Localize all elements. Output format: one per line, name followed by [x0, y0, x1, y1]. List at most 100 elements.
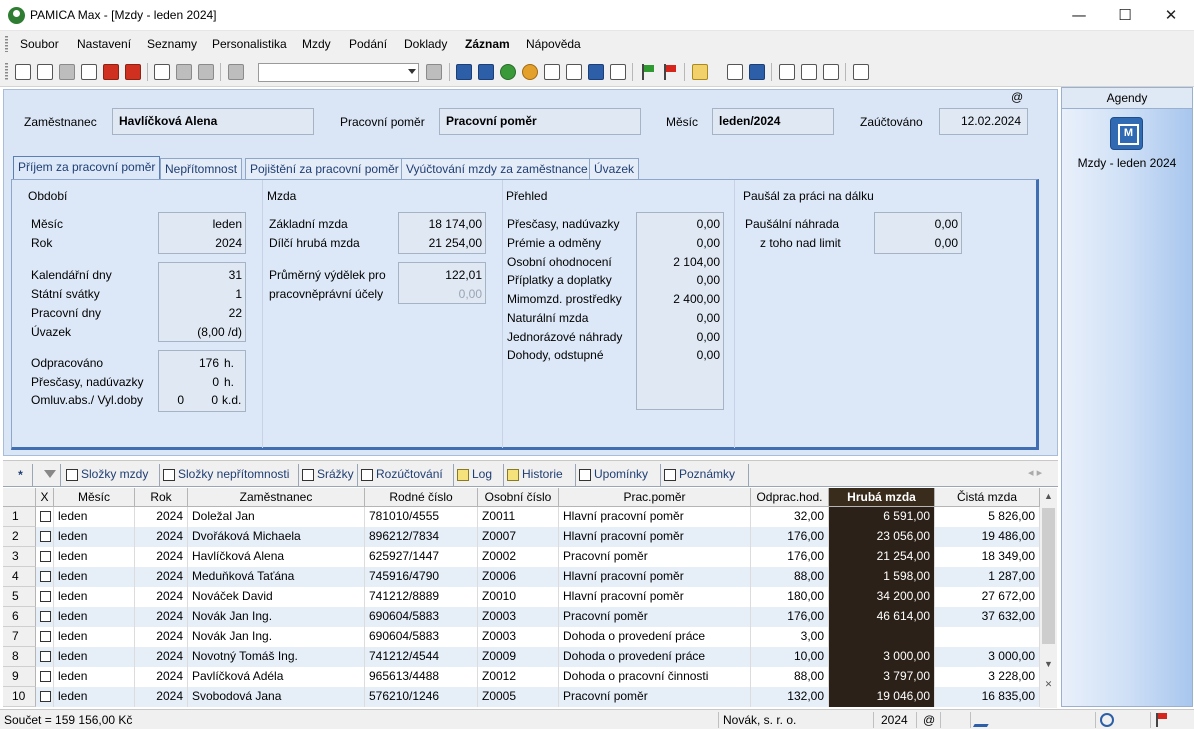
- menu-mzdy[interactable]: Mzdy: [302, 37, 331, 51]
- tab-poznamky[interactable]: Poznámky: [661, 464, 749, 486]
- red-flag-icon[interactable]: [662, 64, 678, 80]
- filter-icon[interactable]: [39, 464, 61, 486]
- agenda-item-mzdy[interactable]: Mzdy - leden 2024: [1062, 156, 1192, 170]
- mzdy-module-icon[interactable]: [456, 64, 472, 80]
- table-row[interactable]: 1 leden 2024 Doležal Jan 781010/4555 Z0011 Hla…: [3, 507, 1040, 527]
- iban-icon[interactable]: [749, 64, 765, 80]
- row-checkbox[interactable]: [40, 551, 51, 562]
- check-circle-icon[interactable]: [1100, 713, 1114, 727]
- tab-vyuctovani[interactable]: Vyúčtování mzdy za zaměstnance: [401, 158, 593, 180]
- tab-slozky-nepritomnosti[interactable]: Složky nepřítomnosti: [160, 464, 299, 486]
- tab-pojisteni[interactable]: Pojištění za pracovní poměr: [245, 158, 404, 180]
- calculator-icon[interactable]: [727, 64, 743, 80]
- maximize-button[interactable]: ☐: [1102, 0, 1148, 31]
- help-cursor-icon[interactable]: [853, 64, 869, 80]
- row-number[interactable]: 7: [3, 627, 36, 647]
- row-checkbox[interactable]: [40, 591, 51, 602]
- calc-module-icon[interactable]: [478, 64, 494, 80]
- folder-icon[interactable]: [692, 64, 708, 80]
- scroll-thumb[interactable]: [1042, 508, 1055, 644]
- pdf-export-icon[interactable]: [125, 64, 141, 80]
- agendy-header[interactable]: Agendy: [1062, 88, 1192, 109]
- menu-doklady[interactable]: Doklady: [404, 37, 447, 51]
- table-row[interactable]: 6 leden 2024 Novák Jan Ing. 690604/5883 Z0003…: [3, 607, 1040, 627]
- column-header-select[interactable]: X: [36, 488, 54, 507]
- row-checkbox[interactable]: [40, 611, 51, 622]
- column-header-rownum[interactable]: [3, 488, 36, 507]
- table-row[interactable]: 5 leden 2024 Nováček David 741212/8889 Z0010 H…: [3, 587, 1040, 607]
- row-number[interactable]: 5: [3, 587, 36, 607]
- column-header-mesic[interactable]: Měsíc: [54, 488, 135, 507]
- calendar-icon[interactable]: [544, 64, 560, 80]
- tab-historie[interactable]: Historie: [504, 464, 576, 486]
- row-checkbox[interactable]: [40, 531, 51, 542]
- row-number[interactable]: 6: [3, 607, 36, 627]
- row-number[interactable]: 4: [3, 567, 36, 587]
- employment-field[interactable]: Pracovní poměr: [439, 108, 641, 135]
- chevron-down-icon[interactable]: [408, 69, 416, 74]
- tab-rozuctovani[interactable]: Rozúčtování: [358, 464, 454, 486]
- vertical-scrollbar[interactable]: ▲ ▼ ✕: [1040, 488, 1057, 708]
- table-row[interactable]: 8 leden 2024 Novotný Tomáš Ing. 741212/4544 Z…: [3, 647, 1040, 667]
- table-row[interactable]: 9 leden 2024 Pavlíčková Adéla 965613/4488 Z00…: [3, 667, 1040, 687]
- print-preview-icon[interactable]: [81, 64, 97, 80]
- menu-grip[interactable]: [5, 36, 8, 52]
- row-checkbox[interactable]: [40, 631, 51, 642]
- tab-log[interactable]: Log: [454, 464, 504, 486]
- window-layout-icon[interactable]: [779, 64, 795, 80]
- row-number[interactable]: 8: [3, 647, 36, 667]
- row-checkbox[interactable]: [40, 511, 51, 522]
- month-field[interactable]: leden/2024: [712, 108, 834, 135]
- close-button[interactable]: ✕: [1148, 0, 1194, 31]
- column-header-hruba-mzda[interactable]: Hrubá mzda: [829, 488, 935, 507]
- row-checkbox[interactable]: [40, 651, 51, 662]
- row-checkbox[interactable]: [40, 571, 51, 582]
- column-header-osobni-cislo[interactable]: Osobní číslo: [478, 488, 559, 507]
- calendar-clock-icon[interactable]: [566, 64, 582, 80]
- toolbar-grip[interactable]: [5, 63, 8, 81]
- green-flag-icon[interactable]: [640, 64, 656, 80]
- tab-srazky[interactable]: Srážky: [299, 464, 358, 486]
- red-flag-icon[interactable]: [1156, 713, 1170, 727]
- scroll-end-icon[interactable]: ✕: [1040, 676, 1057, 693]
- table-row[interactable]: 10 leden 2024 Svobodová Jana 576210/1246 Z000…: [3, 687, 1040, 707]
- pen-icon[interactable]: [972, 713, 996, 727]
- employee-icon[interactable]: [500, 64, 516, 80]
- tab-uvazek[interactable]: Úvazek: [589, 158, 640, 180]
- scroll-down-icon[interactable]: ▼: [1040, 656, 1057, 673]
- quick-search-combo[interactable]: [258, 63, 419, 82]
- tab-slozky-mzdy[interactable]: Složky mzdy: [63, 464, 160, 486]
- tab-scroll-arrows[interactable]: ◂ ▸: [1028, 466, 1042, 479]
- table-row[interactable]: 2 leden 2024 Dvořáková Michaela 896212/7834 Z…: [3, 527, 1040, 547]
- row-number[interactable]: 1: [3, 507, 36, 527]
- tab-prijem[interactable]: Příjem za pracovní poměr: [13, 156, 161, 180]
- mzdy-agenda-icon[interactable]: [1110, 117, 1143, 150]
- column-header-rodne-cislo[interactable]: Rodné číslo: [365, 488, 478, 507]
- duplicate-icon[interactable]: [228, 64, 244, 80]
- row-number[interactable]: 3: [3, 547, 36, 567]
- menu-zaznam[interactable]: Záznam: [465, 37, 510, 51]
- menu-personalistika[interactable]: Personalistika: [212, 37, 287, 51]
- posted-date-field[interactable]: 12.02.2024: [939, 108, 1028, 135]
- mzdy-add-icon[interactable]: [610, 64, 626, 80]
- menu-nastaveni[interactable]: Nastavení: [77, 37, 131, 51]
- minimize-button[interactable]: —: [1056, 0, 1102, 31]
- person-icon[interactable]: [522, 64, 538, 80]
- print-icon[interactable]: [59, 64, 75, 80]
- menu-podani[interactable]: Podání: [349, 37, 387, 51]
- mzdy-list-icon[interactable]: [588, 64, 604, 80]
- scroll-up-icon[interactable]: ▲: [1040, 488, 1057, 505]
- table-row[interactable]: 3 leden 2024 Havlíčková Alena 625927/1447 Z00…: [3, 547, 1040, 567]
- row-number[interactable]: 2: [3, 527, 36, 547]
- tab-all[interactable]: *: [9, 464, 33, 486]
- menu-soubor[interactable]: Soubor: [20, 37, 59, 51]
- column-header-odprac-hod[interactable]: Odprac.hod.: [751, 488, 829, 507]
- row-number[interactable]: 9: [3, 667, 36, 687]
- column-header-zamestnanec[interactable]: Zaměstnanec: [188, 488, 365, 507]
- window-cascade-icon[interactable]: [823, 64, 839, 80]
- column-header-rok[interactable]: Rok: [135, 488, 188, 507]
- new-window-icon[interactable]: [15, 64, 31, 80]
- email-marker[interactable]: @: [1011, 90, 1023, 104]
- menu-seznamy[interactable]: Seznamy: [147, 37, 197, 51]
- row-checkbox[interactable]: [40, 671, 51, 682]
